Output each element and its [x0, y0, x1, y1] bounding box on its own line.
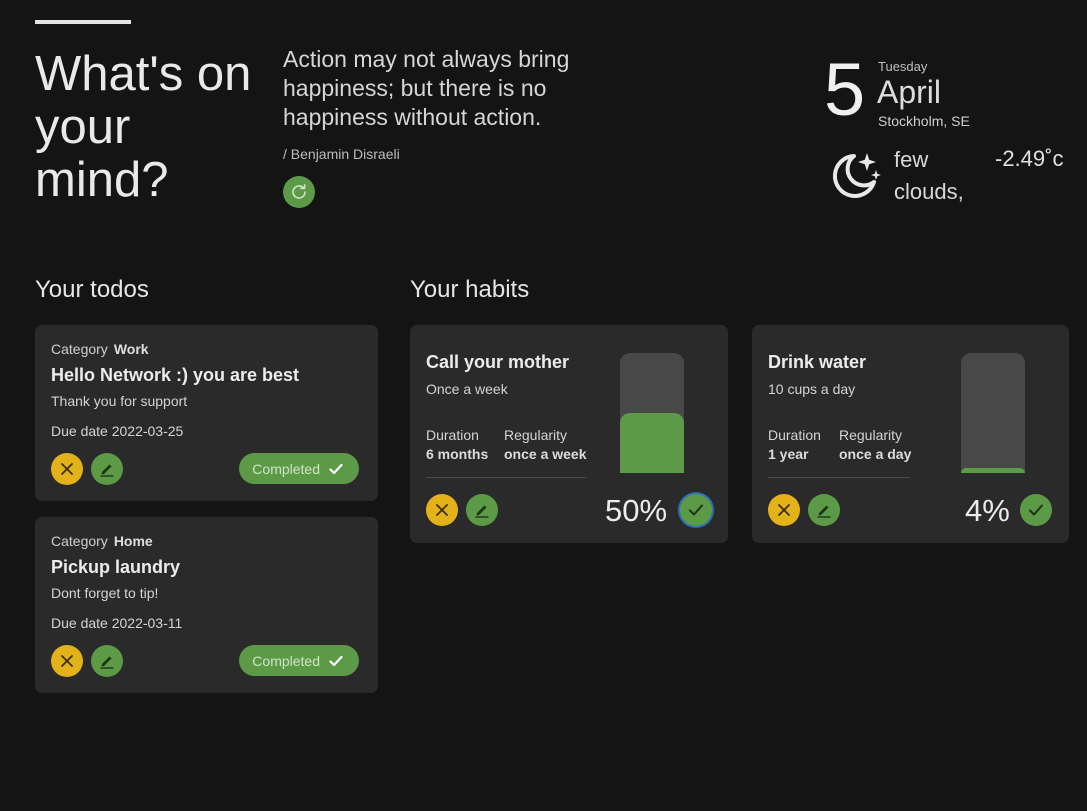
- location-label: Stockholm, SE: [878, 113, 970, 129]
- completed-label: Completed: [252, 460, 320, 477]
- habit-regularity: once a day: [839, 446, 912, 462]
- habit-duration-label: Duration: [426, 427, 479, 443]
- date-month: April: [877, 74, 942, 110]
- quote-text: Action may not always bring happiness; b…: [283, 46, 570, 130]
- habit-regularity: once a week: [504, 446, 587, 462]
- close-icon: [778, 504, 790, 516]
- todo-card: Category Home Pickup laundry Dont forget …: [35, 517, 378, 693]
- todo-category-label: Category: [51, 341, 108, 357]
- todo-due-date: Due date 2022-03-25: [51, 423, 184, 439]
- delete-habit-button[interactable]: [426, 494, 458, 526]
- edit-todo-button[interactable]: [91, 645, 123, 677]
- habit-title: Drink water: [768, 352, 867, 372]
- habit-frequency: Once a week: [426, 381, 508, 397]
- todo-description: Thank you for support: [51, 393, 188, 409]
- todo-card: Category Work Hello Network :) you are be…: [35, 325, 378, 501]
- completed-button[interactable]: Completed: [239, 453, 359, 484]
- habit-frequency: 10 cups a day: [768, 381, 856, 397]
- habit-progress-fill: [961, 468, 1025, 473]
- habit-progress-percent: 4%: [965, 493, 1010, 528]
- completed-label: Completed: [252, 652, 320, 669]
- header-divider: [35, 20, 131, 24]
- habit-duration-label: Duration: [768, 427, 821, 443]
- date-weekday: Tuesday: [878, 59, 928, 74]
- edit-todo-button[interactable]: [91, 453, 123, 485]
- todo-category-label: Category: [51, 533, 108, 549]
- quote-author: / Benjamin Disraeli: [283, 146, 400, 162]
- pencil-icon: [100, 656, 114, 669]
- todo-category-value: Work: [113, 341, 149, 357]
- edit-habit-button[interactable]: [466, 494, 498, 526]
- habit-duration: 1 year: [768, 446, 809, 462]
- todo-description: Dont forget to tip!: [51, 585, 159, 601]
- habit-regularity-label: Regularity: [504, 427, 568, 443]
- todo-title: Pickup laundry: [51, 557, 181, 577]
- weather-temperature: -2.49˚c: [995, 146, 1064, 171]
- todo-category-value: Home: [113, 533, 153, 549]
- pencil-icon: [817, 505, 831, 518]
- habit-card: Call your mother Once a week Duration 6 …: [410, 325, 728, 543]
- habits-heading: Your habits: [410, 276, 530, 303]
- edit-habit-button[interactable]: [808, 494, 840, 526]
- todo-title: Hello Network :) you are best: [51, 365, 300, 385]
- habit-progress-bar: [961, 353, 1025, 473]
- delete-todo-button[interactable]: [51, 645, 83, 677]
- checkmark-icon: [1029, 504, 1043, 516]
- habit-progress-bar: [620, 353, 684, 473]
- todo-due-date: Due date 2022-03-11: [51, 615, 183, 631]
- habit-title: Call your mother: [426, 352, 570, 372]
- page-headline: What's on your mind?: [35, 47, 252, 207]
- refresh-quote-button[interactable]: [283, 176, 315, 208]
- close-icon: [61, 655, 73, 667]
- pencil-icon: [475, 505, 489, 518]
- habit-progress-fill: [620, 413, 684, 473]
- habit-progress-percent: 50%: [605, 493, 668, 528]
- moon-stars-icon: [832, 153, 881, 198]
- pencil-icon: [100, 464, 114, 477]
- close-icon: [61, 463, 73, 475]
- checkmark-icon: [689, 504, 703, 516]
- completed-button[interactable]: Completed: [239, 645, 359, 676]
- refresh-icon: [292, 184, 306, 199]
- habit-divider: [426, 477, 587, 478]
- todo-category: Category Work: [51, 341, 149, 357]
- weather-description: few clouds,: [894, 147, 964, 204]
- delete-habit-button[interactable]: [768, 494, 800, 526]
- habit-regularity-label: Regularity: [839, 427, 903, 443]
- habit-divider: [768, 477, 910, 478]
- close-icon: [436, 504, 448, 516]
- delete-todo-button[interactable]: [51, 453, 83, 485]
- checkmark-icon: [329, 655, 343, 666]
- date-day: 5: [824, 48, 866, 131]
- todo-category: Category Home: [51, 533, 153, 549]
- habit-duration: 6 months: [426, 446, 489, 462]
- todos-heading: Your todos: [35, 276, 149, 303]
- check-habit-button[interactable]: [1020, 494, 1052, 526]
- checkmark-icon: [329, 463, 343, 474]
- habit-card: Drink water 10 cups a day Duration 1 yea…: [752, 325, 1069, 543]
- check-habit-button[interactable]: [680, 494, 712, 526]
